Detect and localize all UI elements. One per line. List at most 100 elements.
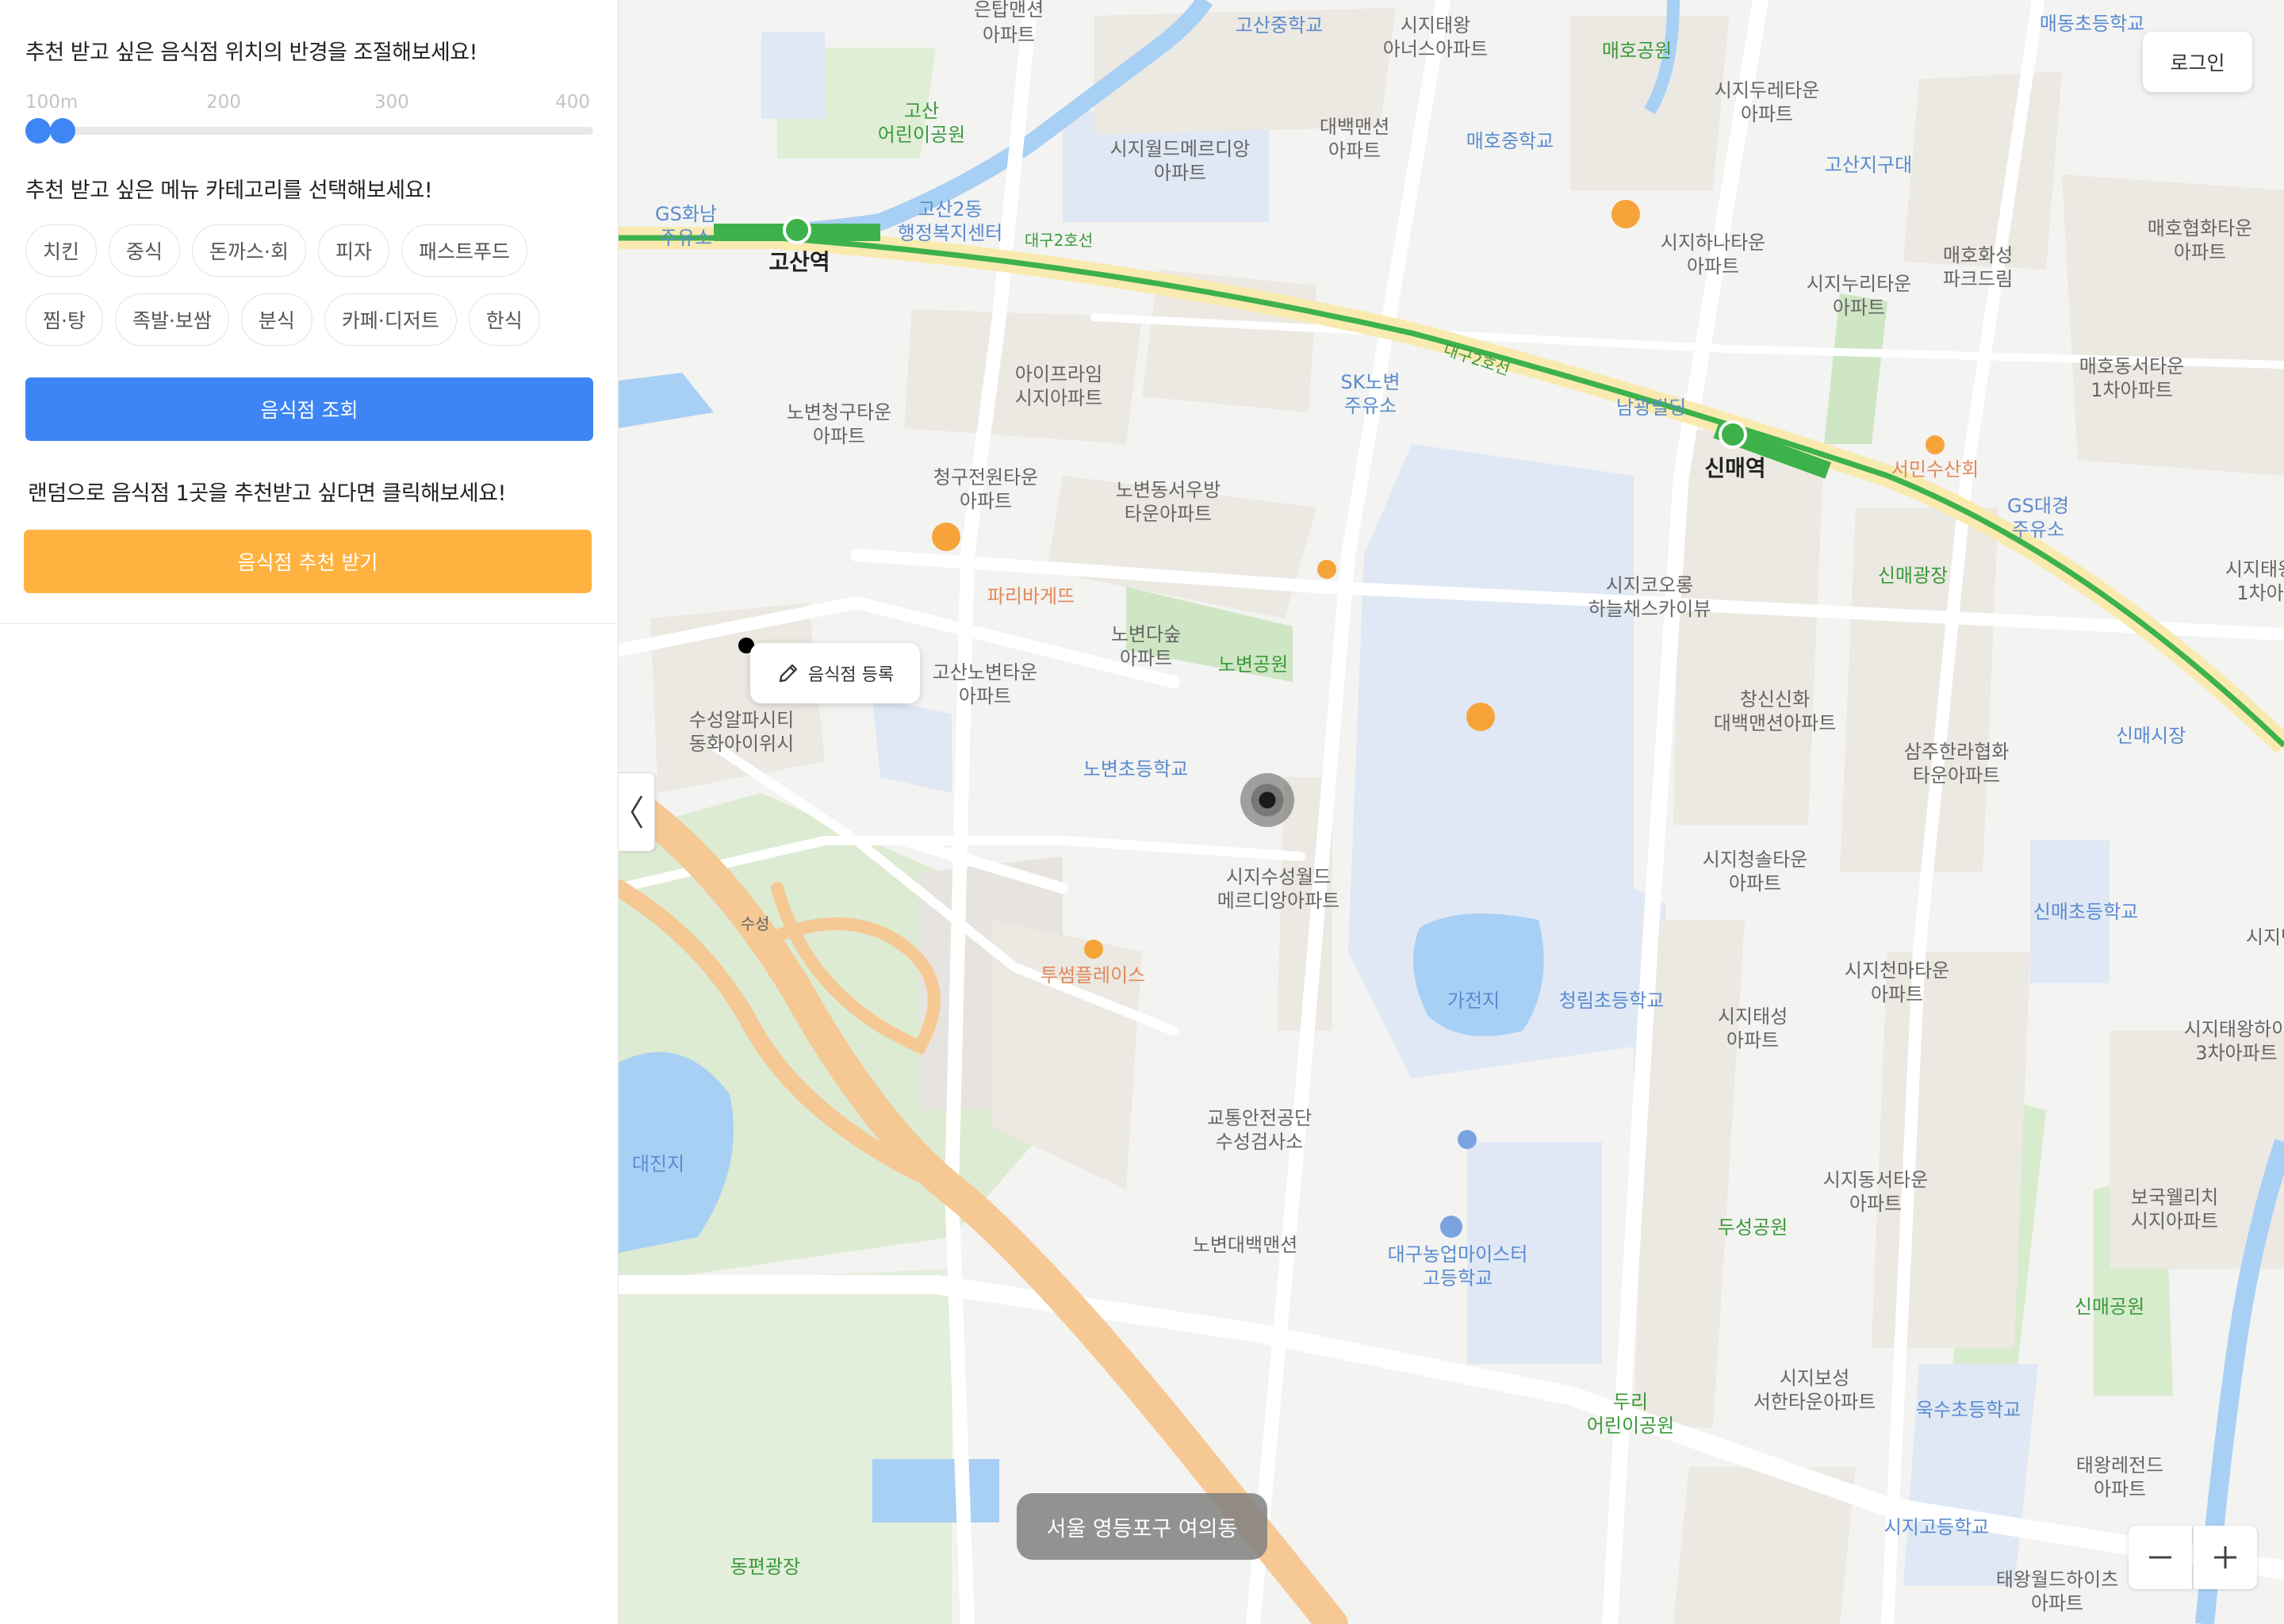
map-label: 아파트 (1687, 255, 1739, 278)
zoom-out-button[interactable] (2129, 1526, 2192, 1589)
map-label: 아이프라임 (1015, 363, 1102, 385)
map-label: 청림초등학교 (1559, 990, 1664, 1012)
radius-tick: 100m (25, 92, 79, 113)
map-label: 행정복지센터 (898, 222, 1002, 244)
map-label: 타운아파트 (1125, 503, 1212, 525)
map-label: 신매역 (1704, 455, 1765, 481)
apartment-block (1840, 508, 1998, 872)
panel-divider (0, 623, 619, 624)
apartment-block (1903, 71, 2062, 270)
random-heading: 랜덤으로 음식점 1곳을 추천받고 싶다면 클릭해보세요! (28, 481, 506, 506)
map-label: 매호협화타운 (2148, 217, 2252, 239)
map-label: 시지두레타운 (1715, 79, 1819, 102)
category-chip-chinese[interactable]: 중식 (109, 224, 181, 277)
map-label: 대구농업마이스터 (1388, 1243, 1528, 1266)
map-label: 3차아파트 (2195, 1042, 2278, 1064)
map-label: 아파트 (1729, 872, 1781, 894)
plus-icon (2214, 1546, 2236, 1568)
map-label: 시지태왕 (2225, 558, 2284, 580)
random-recommend-button[interactable]: 음식점 추천 받기 (24, 530, 592, 593)
map-label: 수성 (741, 914, 770, 933)
map-label: 타운아파트 (1913, 764, 2000, 787)
station-icon (1719, 420, 1747, 449)
map-base-layer: 은탑맨션아파트 고산중학교 시지태왕아너스아파트 매호공원 매동초등학교 시지두… (619, 0, 2284, 1624)
map-label: 아파트 (2174, 241, 2226, 263)
map-label: 대진지 (632, 1153, 684, 1175)
map-label: 아파트 (959, 685, 1011, 707)
category-chip-chicken[interactable]: 치킨 (25, 224, 98, 277)
map-label: 청구전원타운 (933, 466, 1038, 488)
login-button[interactable]: 로그인 (2143, 32, 2252, 92)
map-label: 대백맨션아파트 (1714, 712, 1837, 734)
category-chip-korean[interactable]: 한식 (468, 293, 540, 346)
category-chip-cafe[interactable]: 카페·디저트 (324, 293, 457, 346)
map-label: 1차아 (2236, 582, 2283, 604)
map-label: 매호중학교 (1466, 130, 1554, 152)
category-chip-jokbal[interactable]: 족발·보쌈 (114, 293, 229, 346)
map-label: 노변공원 (1218, 653, 1288, 676)
filter-panel: 추천 받고 싶은 음식점 위치의 반경을 조절해보세요! 100m 200 30… (0, 0, 619, 1624)
map-label: 태왕월드하이츠 (1996, 1568, 2119, 1591)
map-label: 신매광장 (1878, 565, 1948, 587)
map-label: 시지월드메르디앙 (1110, 138, 1251, 160)
map-label: 고등학교 (1423, 1267, 1493, 1289)
map-label: 아파트 (1741, 103, 1793, 125)
map-label: 은탑맨션 (974, 0, 1044, 21)
pencil-icon (779, 664, 798, 683)
map-label: 서민수산회 (1891, 458, 1979, 481)
map-label: SK노변 (1340, 371, 1400, 393)
radius-slider-handle-max[interactable] (50, 118, 75, 144)
map-label: 아파트 (983, 24, 1035, 46)
map-label: 교통안전공단 (1207, 1107, 1312, 1129)
map-label: 시지아파트 (2131, 1210, 2218, 1232)
map-label: 두성공원 (1718, 1216, 1788, 1239)
category-chip-fastfood[interactable]: 패스트푸드 (401, 224, 528, 277)
map-label: 고산지구대 (1825, 154, 1912, 176)
map-label: 시지동서타운 (1823, 1169, 1928, 1191)
map-label: 두리 (1613, 1391, 1648, 1413)
map-label: 삼주한라협화 (1904, 741, 2009, 763)
minus-icon (2149, 1556, 2171, 1559)
location-badge: 서울 영등포구 여의동 (1017, 1493, 1267, 1560)
map-label: GS화남 (655, 203, 717, 225)
map-canvas[interactable]: 은탑맨션 아파트 고산중학교 시지태왕 아너스아파트 매호공원 매동초등학교 시지두… (619, 0, 2284, 1624)
map-label: 시지태왕 (1401, 14, 1470, 36)
map-label: 보국웰리치 (2131, 1186, 2218, 1208)
map-label: 파크드림 (1943, 268, 2013, 290)
category-chip-cutlet-sashimi[interactable]: 돈까스·회 (192, 224, 306, 277)
map-label: 파리바게뜨 (987, 585, 1075, 607)
zoom-in-button[interactable] (2194, 1526, 2257, 1589)
map-label: 어린이공원 (1587, 1415, 1674, 1437)
map-label: 노변동서우방 (1116, 479, 1221, 501)
map-label: 아파트 (1849, 1193, 1902, 1215)
current-location-marker (1240, 773, 1294, 827)
map-label: 1차아파트 (2090, 379, 2173, 401)
map-label: 시지태왕하이 (2184, 1018, 2284, 1040)
map-label: 창신신화 (1740, 688, 1810, 710)
map-label: 대백맨션 (1320, 116, 1389, 138)
radius-tick: 200 (206, 92, 241, 113)
category-chip-snack[interactable]: 분식 (240, 293, 312, 346)
map-label: 아파트 (1120, 647, 1172, 669)
map-label: 노변다숲 (1111, 623, 1181, 645)
radius-slider-track[interactable] (25, 127, 593, 135)
category-chip-pizza[interactable]: 피자 (317, 224, 389, 277)
map-label: 고산2동 (918, 198, 983, 220)
register-restaurant-button[interactable]: 음식점 등록 (750, 643, 920, 703)
school-area (761, 32, 825, 119)
map-label: 아파트 (1833, 297, 1885, 319)
map-label: 노변대백맨션 (1193, 1234, 1297, 1256)
water (619, 373, 714, 428)
map-label: 아파트 (1328, 140, 1381, 162)
map-label: 동편광장 (730, 1556, 800, 1578)
search-restaurants-button[interactable]: 음식점 조회 (25, 377, 593, 441)
map-label: 시지고등학교 (1884, 1516, 1989, 1538)
map-label: 시지천마타운 (1845, 959, 1949, 982)
map-label: 수성검사소 (1216, 1131, 1303, 1153)
category-chip-stew[interactable]: 찜·탕 (25, 293, 103, 346)
map-label: 시지코오롱 (1606, 574, 1693, 596)
panel-collapse-button[interactable] (619, 772, 655, 852)
radius-slider-handle-min[interactable] (25, 118, 51, 144)
map-label: 태왕레전드 (2076, 1454, 2163, 1477)
water-gajeonji (1413, 914, 1544, 1036)
